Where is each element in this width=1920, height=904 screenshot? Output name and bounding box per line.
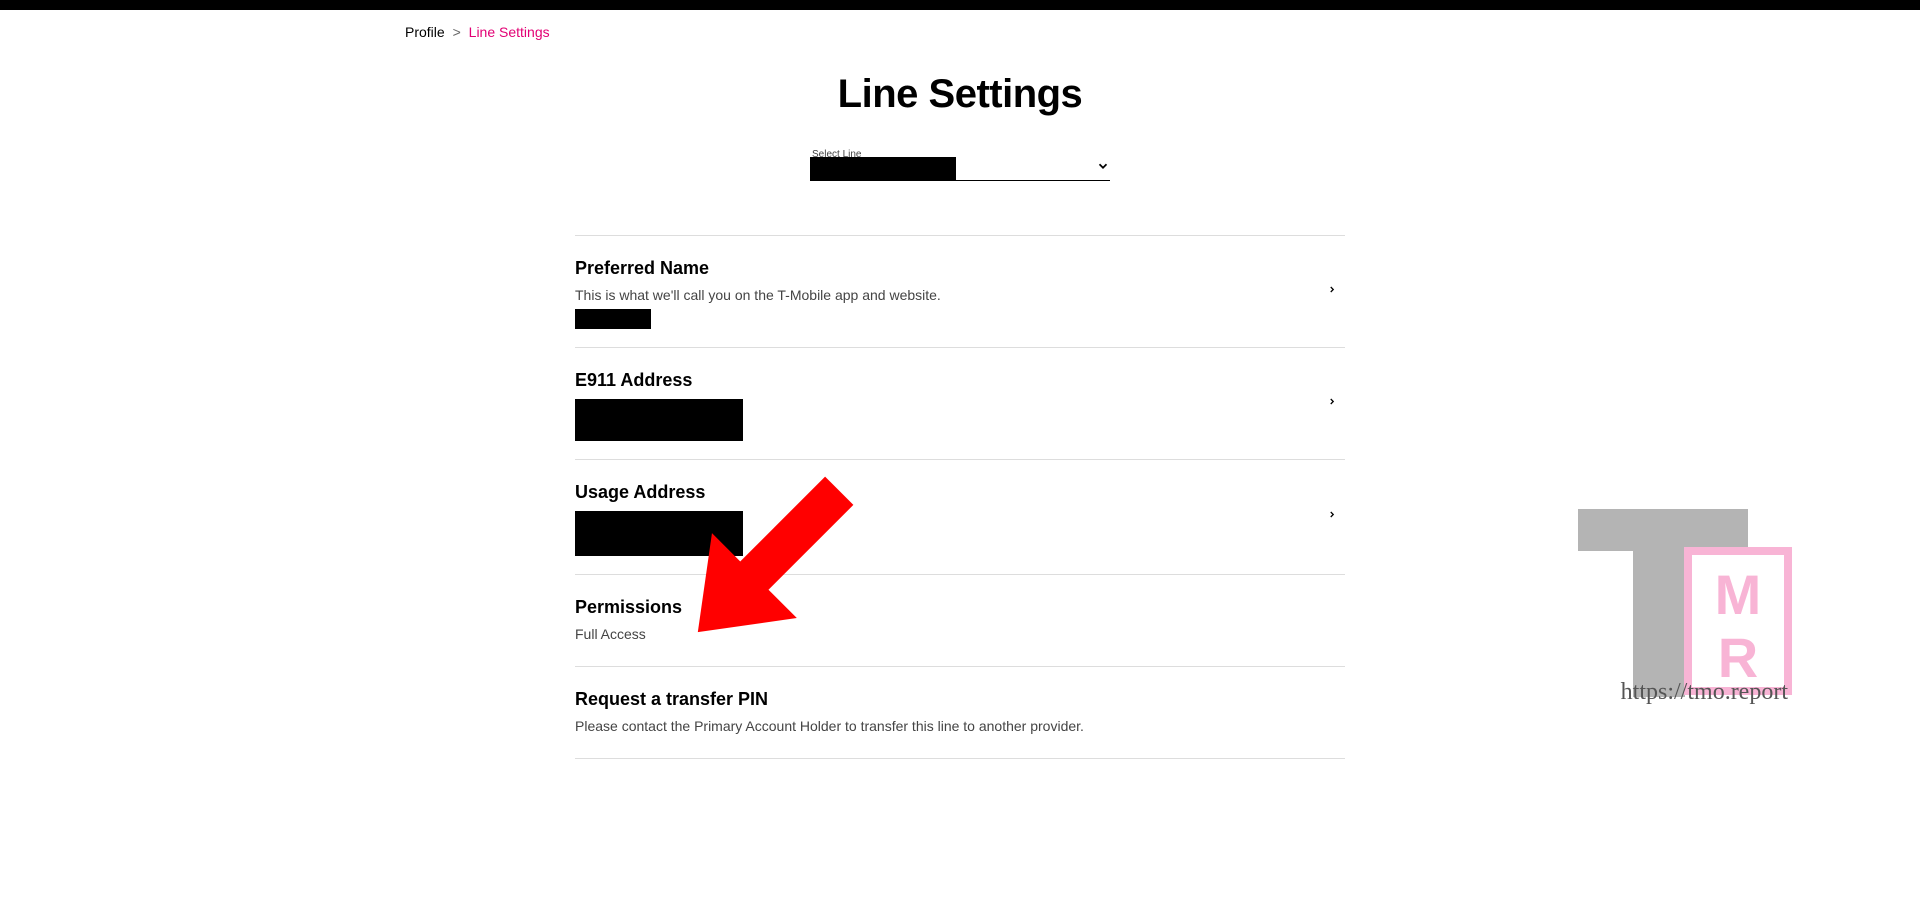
svg-text:R: R — [1718, 626, 1758, 689]
row-desc: Please contact the Primary Account Holde… — [575, 718, 1345, 734]
svg-text:M: M — [1715, 563, 1762, 626]
row-e911-address[interactable]: E911 Address — [575, 348, 1345, 460]
chevron-down-icon — [1096, 159, 1110, 178]
breadcrumb-profile[interactable]: Profile — [405, 24, 445, 40]
preferred-name-value-redacted — [575, 309, 651, 329]
page-title: Line Settings — [0, 72, 1920, 117]
e911-value-redacted — [575, 399, 743, 441]
breadcrumb: Profile > Line Settings — [405, 24, 1920, 40]
row-usage-address[interactable]: Usage Address — [575, 460, 1345, 575]
row-title: E911 Address — [575, 370, 1345, 391]
breadcrumb-current: Line Settings — [469, 24, 550, 40]
chevron-right-icon — [1327, 281, 1337, 302]
row-permissions: Permissions Full Access — [575, 575, 1345, 667]
watermark-logo: M R — [1578, 509, 1798, 704]
permissions-value: Full Access — [575, 626, 1345, 642]
row-title: Usage Address — [575, 482, 1345, 503]
row-title: Request a transfer PIN — [575, 689, 1345, 710]
breadcrumb-separator: > — [453, 24, 461, 40]
row-transfer-pin: Request a transfer PIN Please contact th… — [575, 667, 1345, 759]
usage-value-redacted — [575, 511, 743, 556]
watermark-url: https://tmo.report — [1621, 679, 1788, 706]
row-desc: This is what we'll call you on the T-Mob… — [575, 287, 1345, 303]
chevron-right-icon — [1327, 507, 1337, 528]
line-selector-label: Select Line — [812, 149, 861, 160]
line-selector[interactable]: Select Line — [810, 153, 1110, 181]
row-title: Permissions — [575, 597, 1345, 618]
settings-list: Preferred Name This is what we'll call y… — [575, 235, 1345, 759]
chevron-right-icon — [1327, 393, 1337, 414]
top-bar — [0, 0, 1920, 10]
row-preferred-name[interactable]: Preferred Name This is what we'll call y… — [575, 236, 1345, 348]
line-selector-value-redacted — [810, 157, 956, 181]
row-title: Preferred Name — [575, 258, 1345, 279]
